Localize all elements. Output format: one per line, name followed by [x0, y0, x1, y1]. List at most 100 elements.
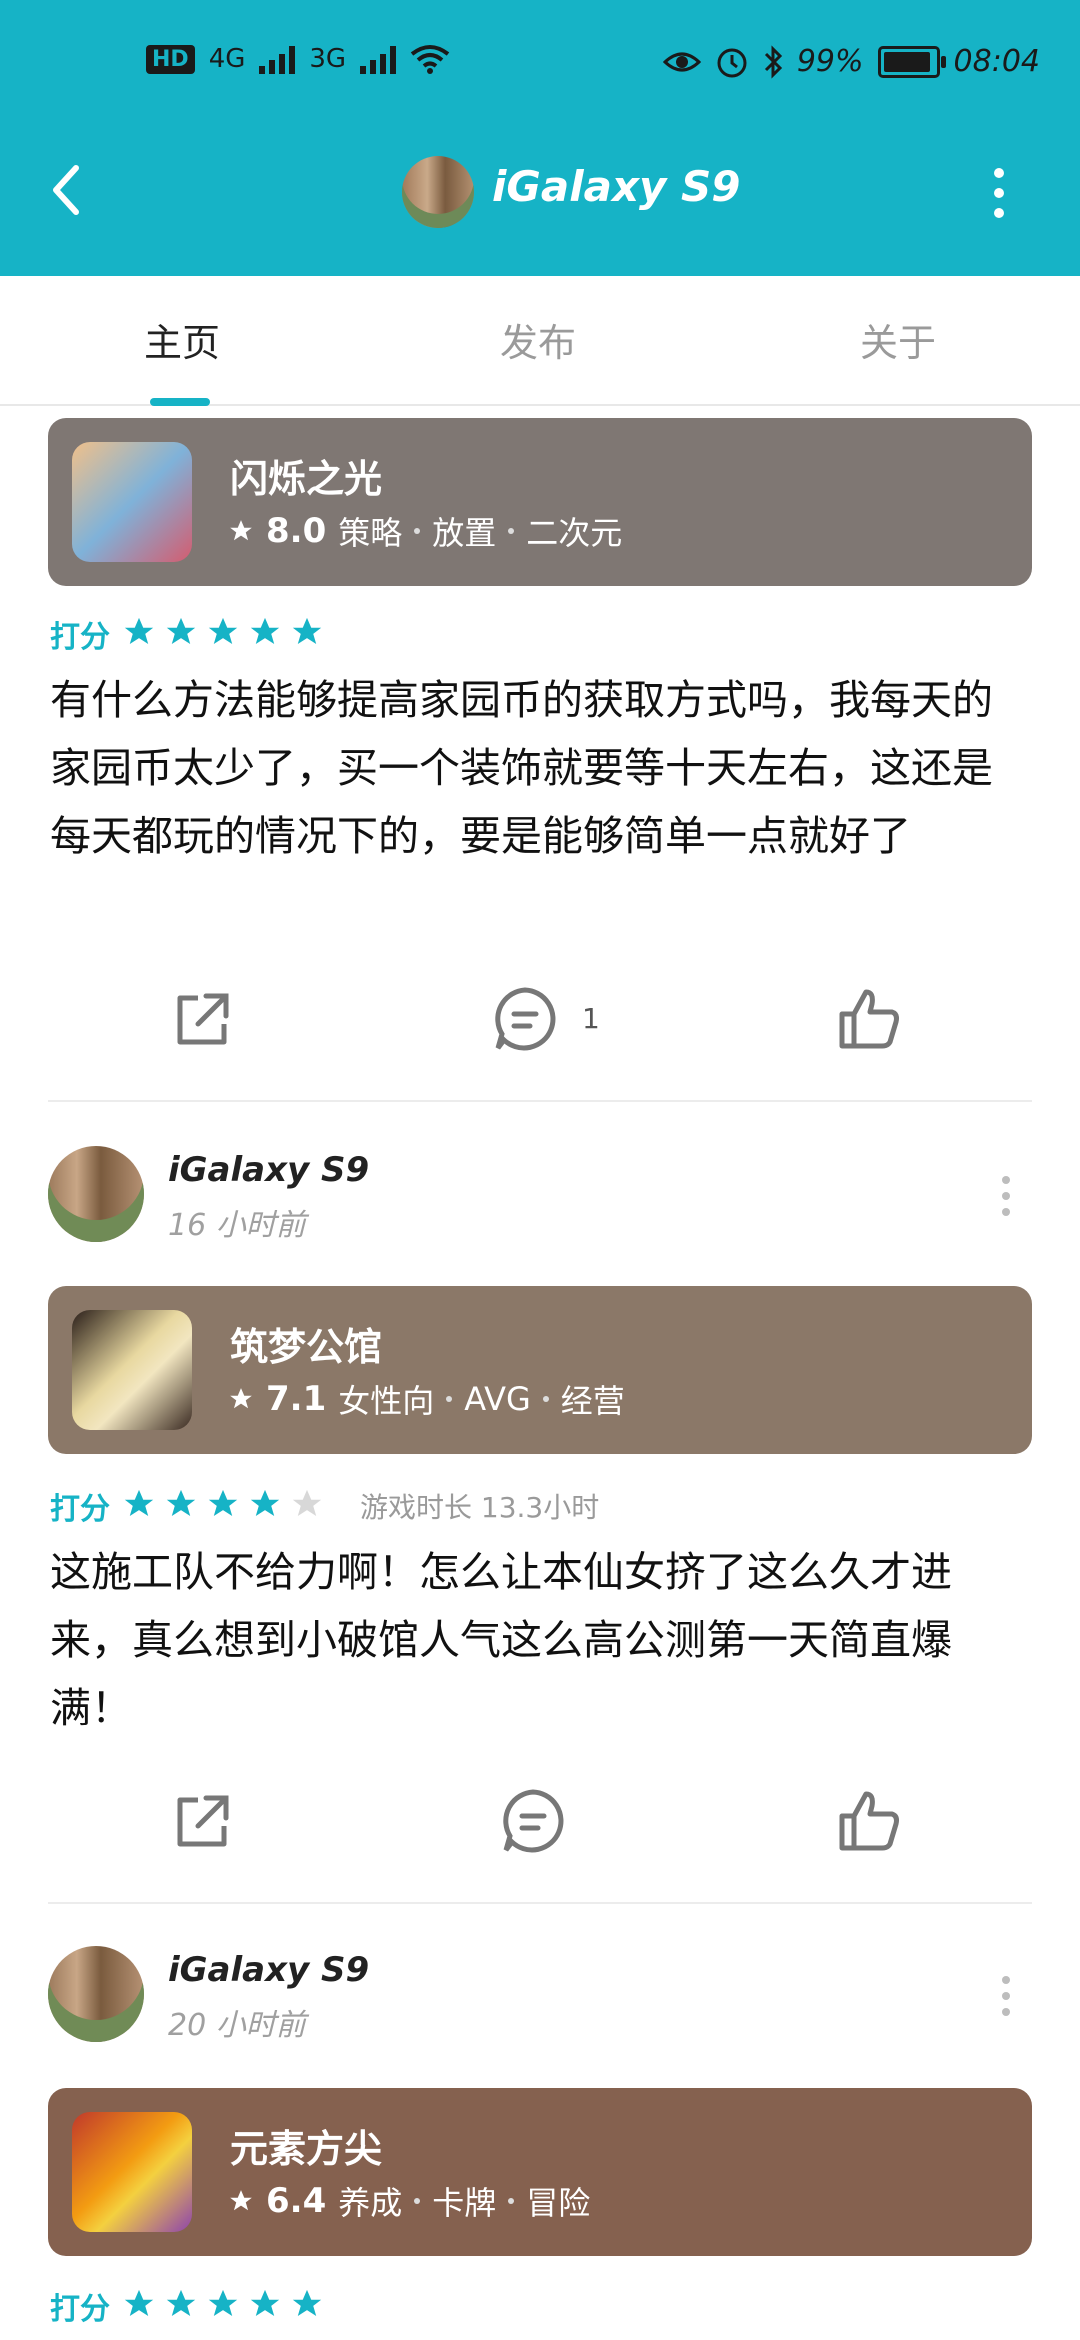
- rating-label: 打分: [50, 2292, 110, 2327]
- rating-stars: [122, 2287, 332, 2325]
- game-card[interactable]: 筑梦公馆 7.1 女性向 AVG 经营: [48, 1286, 1032, 1454]
- status-left: HD 4G 3G: [146, 44, 450, 74]
- star-filled-icon: [208, 617, 238, 645]
- tab-bar: 主页 发布 关于: [0, 276, 1080, 406]
- like-icon[interactable]: [834, 984, 904, 1054]
- rating-row: 打分 游戏时长 13.3小时: [50, 1484, 599, 1528]
- game-tag: 女性向: [338, 1382, 435, 1420]
- action-bar: 1: [0, 984, 1080, 1064]
- share-icon[interactable]: [168, 984, 238, 1054]
- star-filled-icon: [166, 2289, 196, 2317]
- tab-indicator: [150, 398, 210, 406]
- network-4g-label: 4G: [208, 44, 246, 74]
- status-bar: HD 4G 3G 99% 08:04: [0, 0, 1080, 130]
- tag-separator: [446, 1396, 453, 1402]
- game-name: 筑梦公馆: [230, 1325, 383, 1369]
- star-filled-icon: [250, 617, 280, 645]
- tag-separator: [508, 528, 515, 534]
- game-tag: 二次元: [526, 514, 623, 552]
- game-tag: AVG: [464, 1380, 531, 1418]
- rating-row: 打分: [50, 612, 332, 656]
- game-tag: 经营: [560, 1382, 625, 1420]
- post-author[interactable]: iGalaxy S9 16 小时前: [48, 1146, 1032, 1256]
- game-tag: 卡牌: [432, 2184, 497, 2222]
- battery-icon: [877, 45, 946, 78]
- game-icon: [72, 2112, 192, 2232]
- star-filled-icon: [208, 1489, 238, 1517]
- signal-icon-2: [360, 44, 397, 74]
- post-time: 20 小时前: [168, 2008, 306, 2043]
- battery-percent: 99%: [796, 44, 864, 79]
- more-menu-icon[interactable]: [994, 168, 1006, 218]
- tab-home[interactable]: 主页: [144, 312, 220, 367]
- star-filled-icon: [250, 2289, 280, 2317]
- hd-indicator: HD: [146, 44, 195, 74]
- back-arrow-icon[interactable]: [44, 160, 88, 220]
- comment-icon[interactable]: [498, 1786, 568, 1856]
- user-name[interactable]: iGalaxy S9: [168, 1150, 369, 1190]
- network-3g-label: 3G: [309, 44, 347, 74]
- game-score: 7.1: [266, 1379, 327, 1419]
- game-tag: 冒险: [526, 2184, 591, 2222]
- star-filled-icon: [166, 617, 196, 645]
- more-options-icon[interactable]: [1002, 1176, 1012, 1216]
- game-score: 6.4: [266, 2181, 327, 2221]
- game-card[interactable]: 元素方尖 6.4 养成 卡牌 冒险: [48, 2088, 1032, 2256]
- like-icon[interactable]: [834, 1786, 904, 1856]
- header-avatar[interactable]: [402, 156, 474, 228]
- game-icon: [72, 442, 192, 562]
- game-tag: 放置: [432, 514, 497, 552]
- tag-separator: [414, 528, 421, 534]
- star-icon: [230, 520, 252, 541]
- game-meta: 8.0 策略 放置 二次元: [228, 508, 622, 554]
- comment-icon[interactable]: [490, 984, 560, 1054]
- tag-separator: [508, 2198, 515, 2204]
- post-time: 16 小时前: [168, 1208, 306, 1243]
- review-text: 这施工队不给力啊！怎么让本仙女挤了这么久才进来，真么想到小破馆人气这么高公测第一…: [50, 1548, 952, 1732]
- tag-separator: [542, 1396, 549, 1402]
- user-name[interactable]: iGalaxy S9: [168, 1950, 369, 1990]
- rating-label: 打分: [50, 1492, 110, 1527]
- game-meta: 7.1 女性向 AVG 经营: [228, 1376, 625, 1422]
- star-filled-icon: [292, 617, 322, 645]
- star-icon: [230, 1388, 252, 1409]
- divider: [48, 1902, 1032, 1904]
- post-author[interactable]: iGalaxy S9 20 小时前: [48, 1946, 1032, 2056]
- divider: [48, 1100, 1032, 1102]
- avatar[interactable]: [48, 1146, 144, 1242]
- game-tag: 策略: [338, 514, 403, 552]
- more-options-icon[interactable]: [1002, 1976, 1012, 2016]
- app-header: HD 4G 3G 99% 08:04 iGalaxy S9: [0, 0, 1080, 276]
- review-text: 有什么方法能够提高家园币的获取方式吗，我每天的家园币太少了，买一个装饰就要等十天…: [50, 676, 993, 860]
- wifi-icon: [410, 45, 450, 74]
- rating-stars: [122, 1487, 332, 1525]
- star-filled-icon: [166, 1489, 196, 1517]
- tab-about[interactable]: 关于: [860, 312, 936, 367]
- eye-icon: [662, 52, 701, 71]
- star-icon: [230, 2190, 252, 2211]
- game-meta: 6.4 养成 卡牌 冒险: [228, 2178, 590, 2224]
- tag-separator: [414, 2198, 421, 2204]
- status-right: 99% 08:04: [662, 44, 1040, 79]
- game-tag: 养成: [338, 2184, 403, 2222]
- play-time: 游戏时长 13.3小时: [360, 1491, 600, 1524]
- rating-stars: [122, 615, 332, 653]
- game-icon: [72, 1310, 192, 1430]
- comment-count: 1: [582, 1002, 600, 1035]
- star-filled-icon: [292, 2289, 322, 2317]
- game-name: 闪烁之光: [230, 457, 383, 501]
- tab-posts[interactable]: 发布: [500, 312, 576, 367]
- game-score: 8.0: [266, 511, 327, 551]
- share-icon[interactable]: [168, 1786, 238, 1856]
- avatar[interactable]: [48, 1946, 144, 2042]
- rating-label: 打分: [50, 620, 110, 655]
- action-bar: [0, 1786, 1080, 1866]
- star-empty-icon: [292, 1489, 322, 1517]
- game-name: 元素方尖: [230, 2127, 383, 2171]
- clock: 08:04: [953, 44, 1040, 79]
- star-filled-icon: [250, 1489, 280, 1517]
- star-filled-icon: [208, 2289, 238, 2317]
- star-filled-icon: [124, 2289, 154, 2317]
- game-card[interactable]: 闪烁之光 8.0 策略 放置 二次元: [48, 418, 1032, 586]
- alarm-icon: [717, 48, 747, 77]
